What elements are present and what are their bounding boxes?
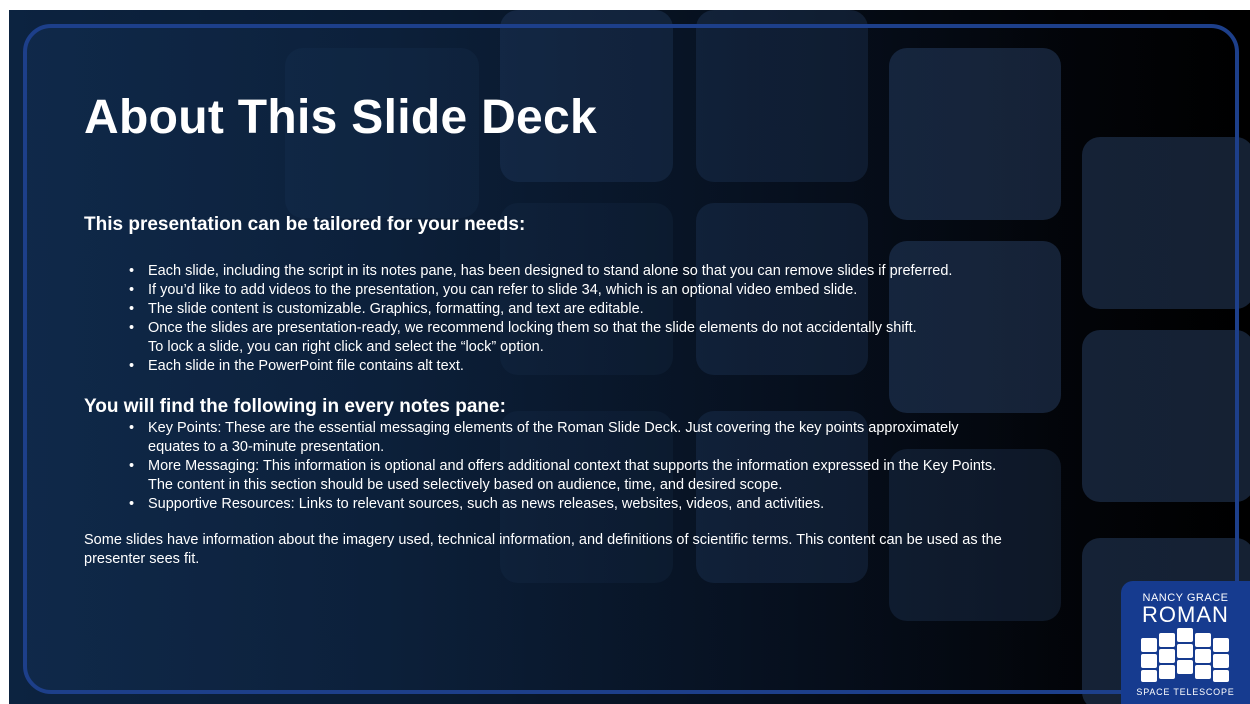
telescope-mirror-icon	[1141, 628, 1229, 682]
list-item: More Messaging: This information is opti…	[129, 457, 996, 476]
list-item: Each slide, including the script in its …	[129, 262, 952, 281]
tailoring-bullet-list: Each slide, including the script in its …	[129, 262, 952, 376]
list-item: Each slide in the PowerPoint file contai…	[129, 357, 952, 376]
list-item-continuation: To lock a slide, you can right click and…	[148, 339, 544, 355]
list-item: If you’d like to add videos to the prese…	[129, 281, 952, 300]
roman-telescope-logo: NANCY GRACE ROMAN SPACE TELESCOPE	[1121, 581, 1250, 704]
logo-line-space-telescope: SPACE TELESCOPE	[1136, 687, 1235, 697]
list-item: The slide content is customizable. Graph…	[129, 300, 952, 319]
slide-content: About This Slide Deck This presentation …	[0, 0, 1250, 704]
section-heading-notes-pane: You will find the following in every not…	[84, 396, 506, 417]
list-item: Supportive Resources: Links to relevant …	[129, 495, 996, 514]
list-item: Once the slides are presentation-ready, …	[129, 319, 952, 338]
slide-title: About This Slide Deck	[84, 91, 598, 144]
closing-paragraph: Some slides have information about the i…	[84, 532, 1002, 567]
list-item-continuation: The content in this section should be us…	[148, 477, 783, 493]
notes-pane-bullet-list: Key Points: These are the essential mess…	[129, 419, 996, 514]
section-heading-tailored: This presentation can be tailored for yo…	[84, 214, 526, 235]
list-item: Key Points: These are the essential mess…	[129, 419, 996, 438]
logo-line-roman: ROMAN	[1142, 602, 1229, 627]
list-item-continuation: equates to a 30-minute presentation.	[148, 439, 385, 455]
